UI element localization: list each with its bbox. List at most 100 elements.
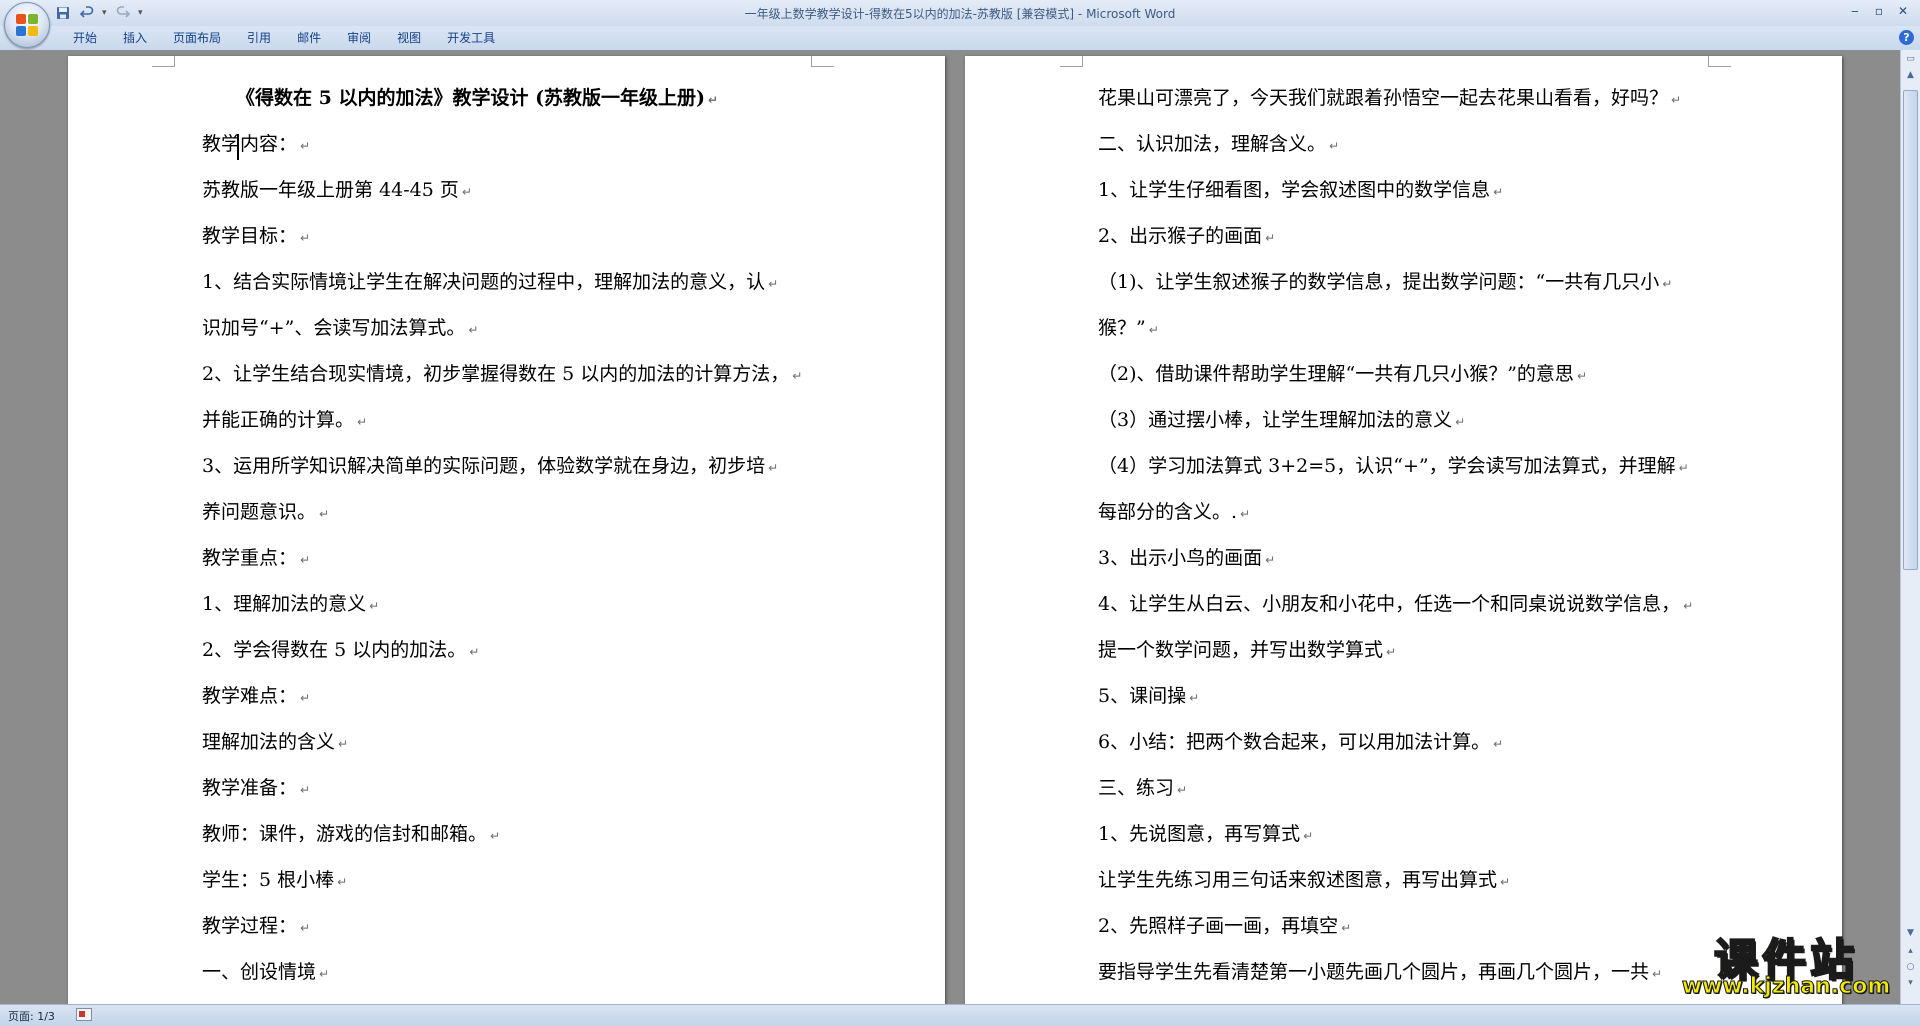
paragraph-text: 养问题意识。 (202, 501, 317, 523)
paragraph-text: 每部分的含义。. (1098, 501, 1238, 523)
paragraph-mark-icon: ↵ (300, 231, 311, 245)
paragraph-mark-icon: ↵ (300, 691, 311, 705)
paragraph: 1、让学生仔细看图，学会叙述图中的数学信息 ↵ (1098, 178, 1503, 204)
paragraph-mark-icon: ↵ (1652, 967, 1663, 981)
paragraph-text: 3、运用所学知识解决简单的实际问题，体验数学就在身边，初步培 (202, 455, 766, 477)
paragraph-text: 1、先说图意，再写算式 (1098, 823, 1301, 845)
help-icon[interactable]: ? (1899, 30, 1914, 45)
paragraph-text: 二、认识加法，理解含义。 (1098, 133, 1327, 155)
paragraph-mark-icon: ↵ (708, 93, 719, 107)
paragraph-text: 理解加法的含义 (202, 731, 336, 753)
paragraph-mark-icon: ↵ (1341, 921, 1352, 935)
paragraph-mark-icon: ↵ (338, 737, 349, 751)
paragraph: 苏教版一年级上册第 44-45 页 ↵ (202, 178, 472, 204)
proofing-status-icon[interactable] (76, 1008, 92, 1021)
save-icon[interactable] (54, 4, 72, 22)
paragraph-mark-icon: ↵ (1265, 553, 1276, 567)
text-cursor (237, 134, 239, 160)
tab-mailings[interactable]: 邮件 (284, 30, 334, 46)
paragraph-text: 学生：5 根小棒 (202, 869, 335, 891)
paragraph-mark-icon: ↵ (1678, 461, 1689, 475)
paragraph: 教学难点： ↵ (202, 684, 310, 710)
undo-dropdown-icon[interactable]: ▾ (102, 8, 108, 18)
browse-object-icon[interactable]: ○ (1903, 960, 1918, 974)
watermark-logo: 课件站 www.kjzhan.com (1668, 924, 1904, 1002)
paragraph: 识加号“+”、会读写加法算式。 ↵ (202, 316, 478, 342)
previous-page-icon[interactable]: ▴ (1903, 944, 1918, 958)
paragraph-text: 教学过程： (202, 915, 298, 937)
redo-icon[interactable] (114, 4, 132, 22)
scrollbar-thumb[interactable] (1903, 90, 1918, 570)
tab-home[interactable]: 开始 (60, 30, 110, 46)
paragraph-mark-icon: ↵ (1303, 829, 1314, 843)
tab-developer[interactable]: 开发工具 (434, 30, 508, 46)
paragraph: 教师：课件，游戏的信封和邮箱。 ↵ (202, 822, 500, 848)
paragraph-mark-icon: ↵ (300, 139, 311, 153)
quick-access-toolbar: ▾ ▾ (54, 3, 144, 23)
scroll-up-icon[interactable]: ▲ (1903, 68, 1918, 82)
page-number-indicator[interactable]: 页面: 1/3 (8, 1008, 55, 1024)
ruler-toggle-icon[interactable]: ▭ (1903, 52, 1918, 66)
vertical-scrollbar[interactable]: ▭ ▲ ▼ ▴ ○ ▾ (1900, 50, 1920, 1004)
tab-review[interactable]: 审阅 (334, 30, 384, 46)
paragraph: 1、结合实际情境让学生在解决问题的过程中，理解加法的意义，认 ↵ (202, 270, 778, 296)
paragraph: 教学内容： ↵ (202, 132, 310, 158)
paragraph-mark-icon: ↵ (1329, 139, 1340, 153)
tab-view[interactable]: 视图 (384, 30, 434, 46)
paragraph-text: 一、创设情境 (202, 961, 317, 983)
paragraph: 教学准备： ↵ (202, 776, 310, 802)
paragraph-text: 并能正确的计算。 (202, 409, 355, 431)
document-title: 《得数在 5 以内的加法》教学设计 (苏教版一年级上册) ↵ (236, 86, 718, 112)
paragraph-mark-icon: ↵ (300, 921, 311, 935)
paragraph-text: 2、出示猴子的画面 (1098, 225, 1263, 247)
window-title: 一年级上数学教学设计-得数在5以内的加法-苏教版 [兼容模式] - Micros… (744, 7, 1176, 21)
paragraph: 教学重点： ↵ (202, 546, 310, 572)
paragraph: 并能正确的计算。 ↵ (202, 408, 367, 434)
minimize-button[interactable]: ‒ (1844, 2, 1866, 20)
document-area[interactable]: 《得数在 5 以内的加法》教学设计 (苏教版一年级上册) ↵ 教学内容： ↵ 苏教版一年… (0, 50, 1900, 1004)
paragraph-mark-icon: ↵ (357, 415, 368, 429)
next-page-icon[interactable]: ▾ (1903, 976, 1918, 990)
margin-corner-mark (1708, 56, 1731, 67)
office-button[interactable] (4, 2, 50, 48)
document-page-1[interactable]: 《得数在 5 以内的加法》教学设计 (苏教版一年级上册) ↵ 教学内容： ↵ 苏教版一年… (68, 56, 945, 1004)
paragraph: 理解加法的含义 ↵ (202, 730, 348, 756)
title-bar: 一年级上数学教学设计-得数在5以内的加法-苏教版 [兼容模式] - Micros… (0, 0, 1920, 27)
paragraph: 二、认识加法，理解含义。 ↵ (1098, 132, 1339, 158)
paragraph-text: 5、课间操 (1098, 685, 1187, 707)
paragraph-mark-icon: ↵ (792, 369, 803, 383)
paragraph-mark-icon: ↵ (300, 553, 311, 567)
paragraph-text: 1、让学生仔细看图，学会叙述图中的数学信息 (1098, 179, 1491, 201)
paragraph: 2、学会得数在 5 以内的加法。 ↵ (202, 638, 479, 664)
paragraph-text: 教学重点： (202, 547, 298, 569)
tab-page-layout[interactable]: 页面布局 (160, 30, 234, 46)
paragraph-mark-icon: ↵ (1576, 369, 1587, 383)
paragraph-mark-icon: ↵ (469, 645, 480, 659)
margin-corner-mark (1060, 56, 1083, 67)
tab-references[interactable]: 引用 (234, 30, 284, 46)
paragraph-mark-icon: ↵ (337, 875, 348, 889)
undo-icon[interactable] (78, 4, 96, 22)
paragraph-mark-icon: ↵ (1240, 507, 1251, 521)
paragraph-mark-icon: ↵ (1493, 185, 1504, 199)
paragraph-text: 1、结合实际情境让学生在解决问题的过程中，理解加法的意义，认 (202, 271, 766, 293)
customize-qat-icon[interactable]: ▾ (138, 8, 144, 18)
paragraph: 2、出示猴子的画面 ↵ (1098, 224, 1275, 250)
watermark-url: www.kjzhan.com (1681, 974, 1891, 1000)
close-button[interactable]: ✕ (1892, 2, 1914, 20)
paragraph-text: 要指导学生先看清楚第一小题先画几个圆片，再画几个圆片，一共 (1098, 961, 1650, 983)
paragraph-text: 1、理解加法的意义 (202, 593, 367, 615)
paragraph: 3、运用所学知识解决简单的实际问题，体验数学就在身边，初步培 ↵ (202, 454, 778, 480)
paragraph-text: 教学难点： (202, 685, 298, 707)
maximize-button[interactable]: ▫ (1868, 2, 1890, 20)
paragraph-mark-icon: ↵ (319, 967, 330, 981)
scroll-down-icon[interactable]: ▼ (1903, 926, 1918, 940)
paragraph-text: 3、出示小鸟的画面 (1098, 547, 1263, 569)
paragraph: 花果山可漂亮了，今天我们就跟着孙悟空一起去花果山看看，好吗？ ↵ (1098, 86, 1681, 112)
paragraph-text: 教学目标： (202, 225, 298, 247)
paragraph-text: 识加号“+”、会读写加法算式。 (202, 317, 466, 339)
document-page-2[interactable]: 花果山可漂亮了，今天我们就跟着孙悟空一起去花果山看看，好吗？ ↵ 二、认识加法，理解… (965, 56, 1842, 1004)
tab-insert[interactable]: 插入 (110, 30, 160, 46)
paragraph-mark-icon: ↵ (768, 461, 779, 475)
paragraph-mark-icon: ↵ (490, 829, 501, 843)
